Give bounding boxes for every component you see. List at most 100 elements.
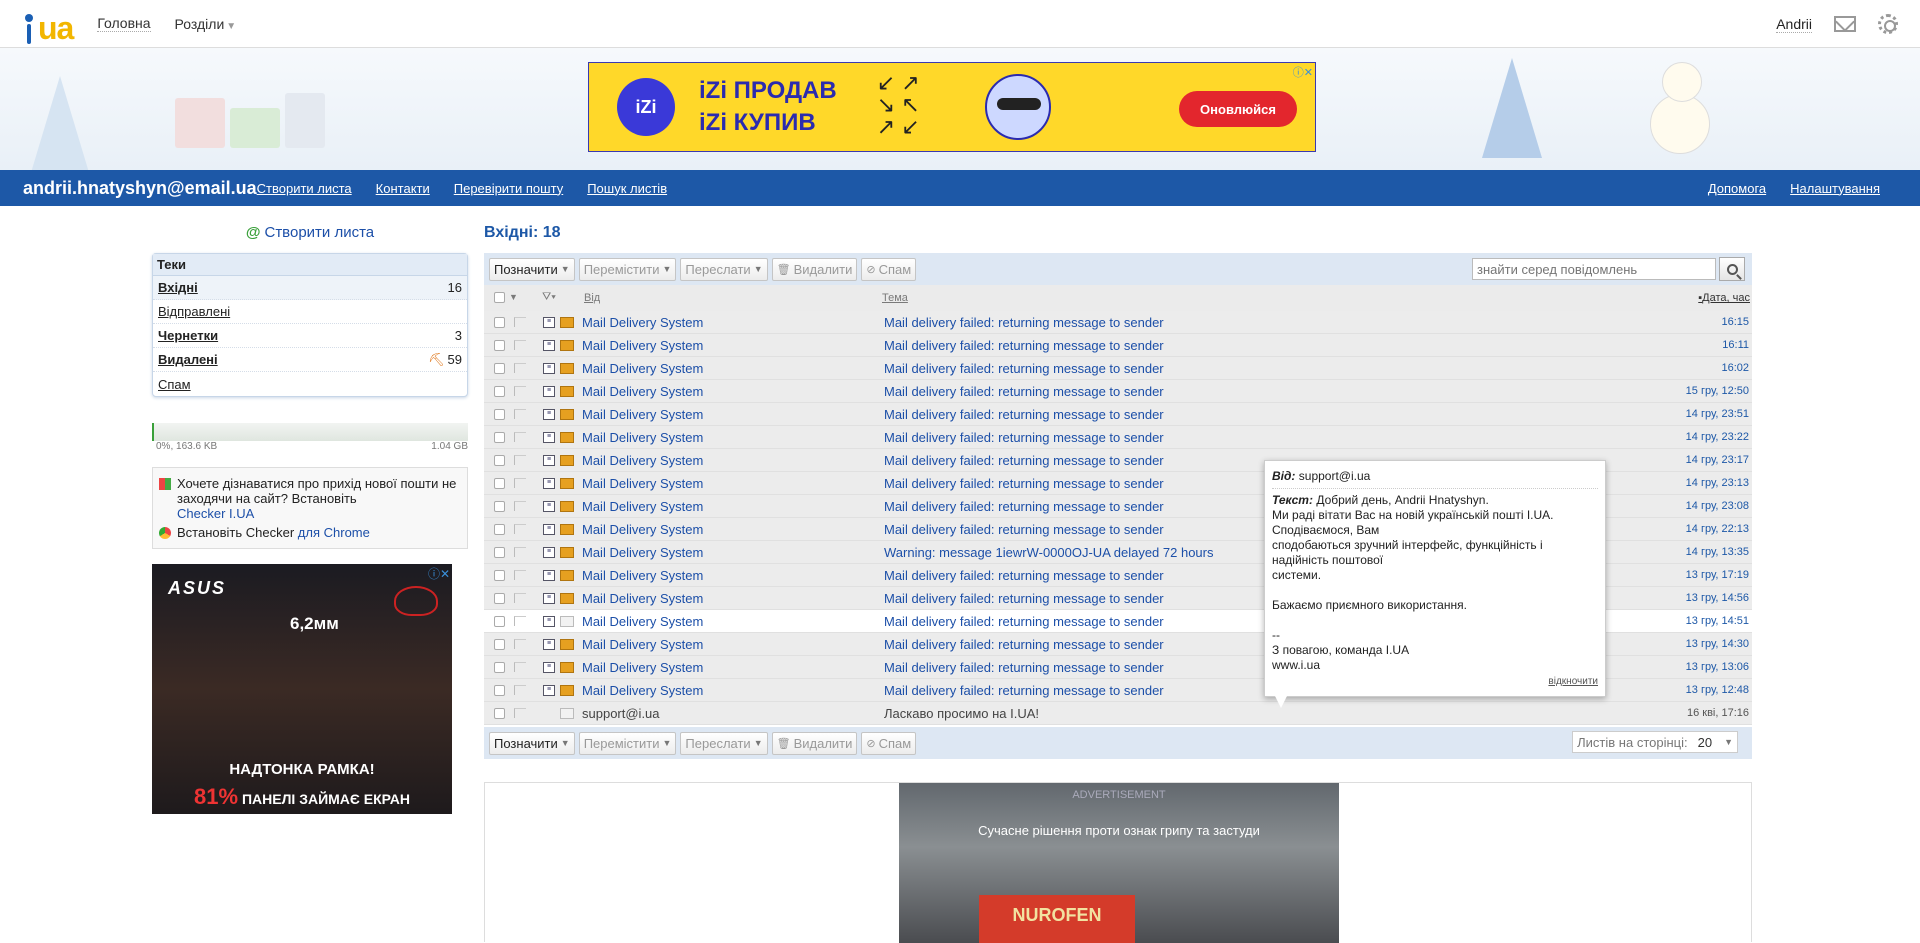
mail-icon[interactable] bbox=[1834, 16, 1856, 32]
delete-button[interactable]: 🗑 Видалити bbox=[771, 731, 858, 755]
flag-icon[interactable] bbox=[514, 593, 526, 603]
ad-video[interactable]: ADVERTISEMENT Сучасне рішення проти озна… bbox=[899, 783, 1339, 943]
filter-icon[interactable]: ⛛▾ bbox=[542, 291, 556, 304]
column-subject[interactable]: Тема bbox=[882, 292, 908, 304]
flag-icon[interactable] bbox=[514, 455, 526, 465]
table-row[interactable]: ≡ Mail Delivery System Mail delivery faile… bbox=[484, 334, 1752, 357]
site-logo[interactable]: ua bbox=[22, 4, 74, 44]
message-subject[interactable]: Mail delivery failed: returning message … bbox=[884, 476, 1164, 491]
message-subject[interactable]: Mail delivery failed: returning message … bbox=[884, 361, 1164, 376]
column-date[interactable]: ▪Дата, час bbox=[1698, 292, 1750, 304]
delete-button[interactable]: 🗑 Видалити bbox=[771, 257, 858, 281]
chevron-down-icon[interactable]: ▼ bbox=[509, 292, 518, 302]
message-subject[interactable]: Mail delivery failed: returning message … bbox=[884, 591, 1164, 606]
message-from[interactable]: Mail Delivery System bbox=[582, 568, 703, 583]
message-from[interactable]: Mail Delivery System bbox=[582, 315, 703, 330]
left-advertisement[interactable]: ASUS 6,2мм НАДТОНКА РАМКА! 81% ПАНЕЛІ ЗА… bbox=[152, 564, 452, 814]
top-advertisement[interactable]: iZi iZi ПРОДАВ iZi КУПИВ ↙ ↗ ↘ ↖ ↗ ↙ Оновл… bbox=[588, 62, 1316, 152]
flag-icon[interactable] bbox=[514, 478, 526, 488]
message-subject[interactable]: Ласкаво просимо на I.UA! bbox=[884, 706, 1039, 721]
row-checkbox[interactable] bbox=[494, 501, 505, 512]
table-row[interactable]: ≡ Mail Delivery System Mail delivery faile… bbox=[484, 426, 1752, 449]
gear-icon[interactable] bbox=[1878, 14, 1898, 34]
message-from[interactable]: Mail Delivery System bbox=[582, 683, 703, 698]
flag-icon[interactable] bbox=[514, 363, 526, 373]
nav-sections-dropdown[interactable]: Розділи ▼ bbox=[175, 16, 237, 32]
message-from[interactable]: Mail Delivery System bbox=[582, 407, 703, 422]
nav-contacts-link[interactable]: Контакти bbox=[376, 181, 430, 196]
nav-search-link[interactable]: Пошук листів bbox=[587, 181, 667, 196]
message-from[interactable]: Mail Delivery System bbox=[582, 361, 703, 376]
flag-icon[interactable] bbox=[514, 639, 526, 649]
message-from[interactable]: Mail Delivery System bbox=[582, 499, 703, 514]
table-row[interactable]: support@i.ua Ласкаво просимо на I.UA! 16 к… bbox=[484, 702, 1752, 725]
forward-dropdown[interactable]: Переслати ▼ bbox=[680, 731, 768, 755]
chrome-link[interactable]: для Chrome bbox=[298, 525, 370, 540]
mark-dropdown[interactable]: Позначити ▼ bbox=[489, 257, 575, 281]
row-checkbox[interactable] bbox=[494, 570, 505, 581]
row-checkbox[interactable] bbox=[494, 455, 505, 466]
nav-home-link[interactable]: Головна bbox=[97, 15, 151, 32]
flag-icon[interactable] bbox=[514, 708, 526, 718]
nav-settings-link[interactable]: Налаштування bbox=[1790, 181, 1880, 196]
table-row[interactable]: ≡ Mail Delivery System Mail delivery faile… bbox=[484, 311, 1752, 334]
flag-icon[interactable] bbox=[514, 432, 526, 442]
folder-spam[interactable]: Спам bbox=[153, 372, 467, 396]
compose-link[interactable]: Створити листа bbox=[264, 224, 374, 241]
row-checkbox[interactable] bbox=[494, 685, 505, 696]
ad-cta-button[interactable]: Оновлюйся bbox=[1179, 91, 1297, 127]
folder-drafts[interactable]: Чернетки 3 bbox=[153, 324, 467, 348]
row-checkbox[interactable] bbox=[494, 662, 505, 673]
message-from[interactable]: Mail Delivery System bbox=[582, 660, 703, 675]
table-row[interactable]: ≡ Mail Delivery System Mail delivery faile… bbox=[484, 357, 1752, 380]
flag-icon[interactable] bbox=[514, 340, 526, 350]
message-subject[interactable]: Warning: message 1iewrW-0000OJ-UA delaye… bbox=[884, 545, 1214, 560]
column-from[interactable]: Від bbox=[584, 292, 600, 304]
per-page-select[interactable]: Листів на сторінці: 20 ▼ bbox=[1572, 731, 1738, 753]
message-subject[interactable]: Mail delivery failed: returning message … bbox=[884, 315, 1164, 330]
row-checkbox[interactable] bbox=[494, 478, 505, 489]
bottom-advertisement[interactable]: ADVERTISEMENT Сучасне рішення проти озна… bbox=[484, 782, 1752, 943]
message-subject[interactable]: Mail delivery failed: returning message … bbox=[884, 430, 1164, 445]
message-from[interactable]: Mail Delivery System bbox=[582, 476, 703, 491]
message-from[interactable]: Mail Delivery System bbox=[582, 545, 703, 560]
user-name-link[interactable]: Andrii bbox=[1776, 16, 1812, 33]
row-checkbox[interactable] bbox=[494, 547, 505, 558]
flag-icon[interactable] bbox=[514, 662, 526, 672]
flag-icon[interactable] bbox=[514, 524, 526, 534]
message-from[interactable]: Mail Delivery System bbox=[582, 384, 703, 399]
checker-link[interactable]: Checker I.UA bbox=[177, 506, 254, 521]
row-checkbox[interactable] bbox=[494, 409, 505, 420]
ad-choices-icon[interactable]: ⓘ✕ bbox=[1293, 64, 1313, 80]
message-subject[interactable]: Mail delivery failed: returning message … bbox=[884, 338, 1164, 353]
forward-dropdown[interactable]: Переслати ▼ bbox=[680, 257, 768, 281]
row-checkbox[interactable] bbox=[494, 386, 505, 397]
message-subject[interactable]: Mail delivery failed: returning message … bbox=[884, 637, 1164, 652]
flag-icon[interactable] bbox=[514, 501, 526, 511]
row-checkbox[interactable] bbox=[494, 593, 505, 604]
message-subject[interactable]: Mail delivery failed: returning message … bbox=[884, 499, 1164, 514]
message-from[interactable]: Mail Delivery System bbox=[582, 591, 703, 606]
message-from[interactable]: Mail Delivery System bbox=[582, 338, 703, 353]
mark-dropdown[interactable]: Позначити ▼ bbox=[489, 731, 575, 755]
search-button[interactable] bbox=[1719, 257, 1745, 281]
row-checkbox[interactable] bbox=[494, 432, 505, 443]
folder-trash[interactable]: Видалені ⛏ 59 bbox=[153, 348, 467, 372]
spam-button[interactable]: ⊘ Спам bbox=[861, 731, 917, 755]
flag-icon[interactable] bbox=[514, 616, 526, 626]
flag-icon[interactable] bbox=[514, 547, 526, 557]
table-row[interactable]: ≡ Mail Delivery System Mail delivery faile… bbox=[484, 403, 1752, 426]
message-from[interactable]: Mail Delivery System bbox=[582, 637, 703, 652]
nav-help-link[interactable]: Допомога bbox=[1708, 181, 1766, 196]
spam-button[interactable]: ⊘ Спам bbox=[861, 257, 917, 281]
message-from[interactable]: Mail Delivery System bbox=[582, 430, 703, 445]
message-subject[interactable]: Mail delivery failed: returning message … bbox=[884, 683, 1164, 698]
message-from[interactable]: Mail Delivery System bbox=[582, 614, 703, 629]
select-all-checkbox[interactable] bbox=[494, 292, 505, 303]
message-subject[interactable]: Mail delivery failed: returning message … bbox=[884, 614, 1164, 629]
folder-inbox[interactable]: Вхідні 16 bbox=[153, 276, 467, 300]
preview-close-link[interactable]: відкночити bbox=[1548, 674, 1598, 689]
message-from[interactable]: Mail Delivery System bbox=[582, 522, 703, 537]
flag-icon[interactable] bbox=[514, 570, 526, 580]
ad-choices-icon[interactable]: ⓘ✕ bbox=[428, 565, 450, 582]
